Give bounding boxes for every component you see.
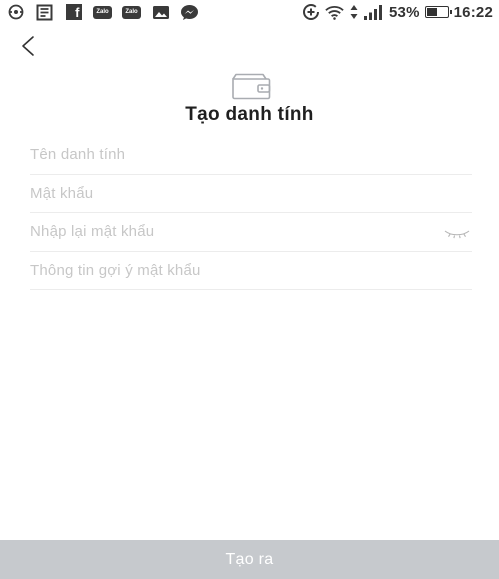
gallery-icon <box>151 4 170 21</box>
vpn-icon <box>6 4 25 21</box>
status-bar: f Zalo Zalo 53% 16:22 <box>0 0 499 24</box>
confirm-password-field <box>30 213 472 252</box>
wallet-icon <box>232 73 271 100</box>
messenger-icon <box>180 4 199 21</box>
zalo-icon: Zalo <box>122 4 141 21</box>
battery-level <box>426 8 438 16</box>
wifi-icon <box>325 4 344 21</box>
identity-name-field <box>30 136 472 175</box>
password-visibility-toggle[interactable] <box>444 226 470 239</box>
password-field <box>30 174 472 213</box>
signal-icon <box>363 4 384 21</box>
facebook-icon: f <box>64 4 83 21</box>
confirm-password-input[interactable] <box>30 213 472 251</box>
eye-closed-icon <box>444 230 470 239</box>
identity-name-input[interactable] <box>30 136 472 174</box>
battery-percent: 53% <box>389 3 420 21</box>
zalo-icon: Zalo <box>93 4 112 21</box>
system-icons: 53% 16:22 <box>301 4 493 21</box>
password-hint-input[interactable] <box>30 251 472 289</box>
data-transfer-icon <box>349 4 358 21</box>
password-input[interactable] <box>30 174 472 212</box>
create-button[interactable]: Tạo ra <box>0 540 499 579</box>
data-saver-icon <box>301 4 320 21</box>
password-hint-field <box>30 251 472 290</box>
clock: 16:22 <box>453 3 493 21</box>
chevron-left-icon <box>22 36 34 56</box>
back-button[interactable] <box>14 33 42 59</box>
create-identity-form <box>30 136 472 290</box>
news-icon <box>35 4 54 21</box>
notification-icons: f Zalo Zalo <box>6 4 199 21</box>
battery-icon <box>424 6 452 18</box>
page-title: Tạo danh tính <box>185 104 314 125</box>
